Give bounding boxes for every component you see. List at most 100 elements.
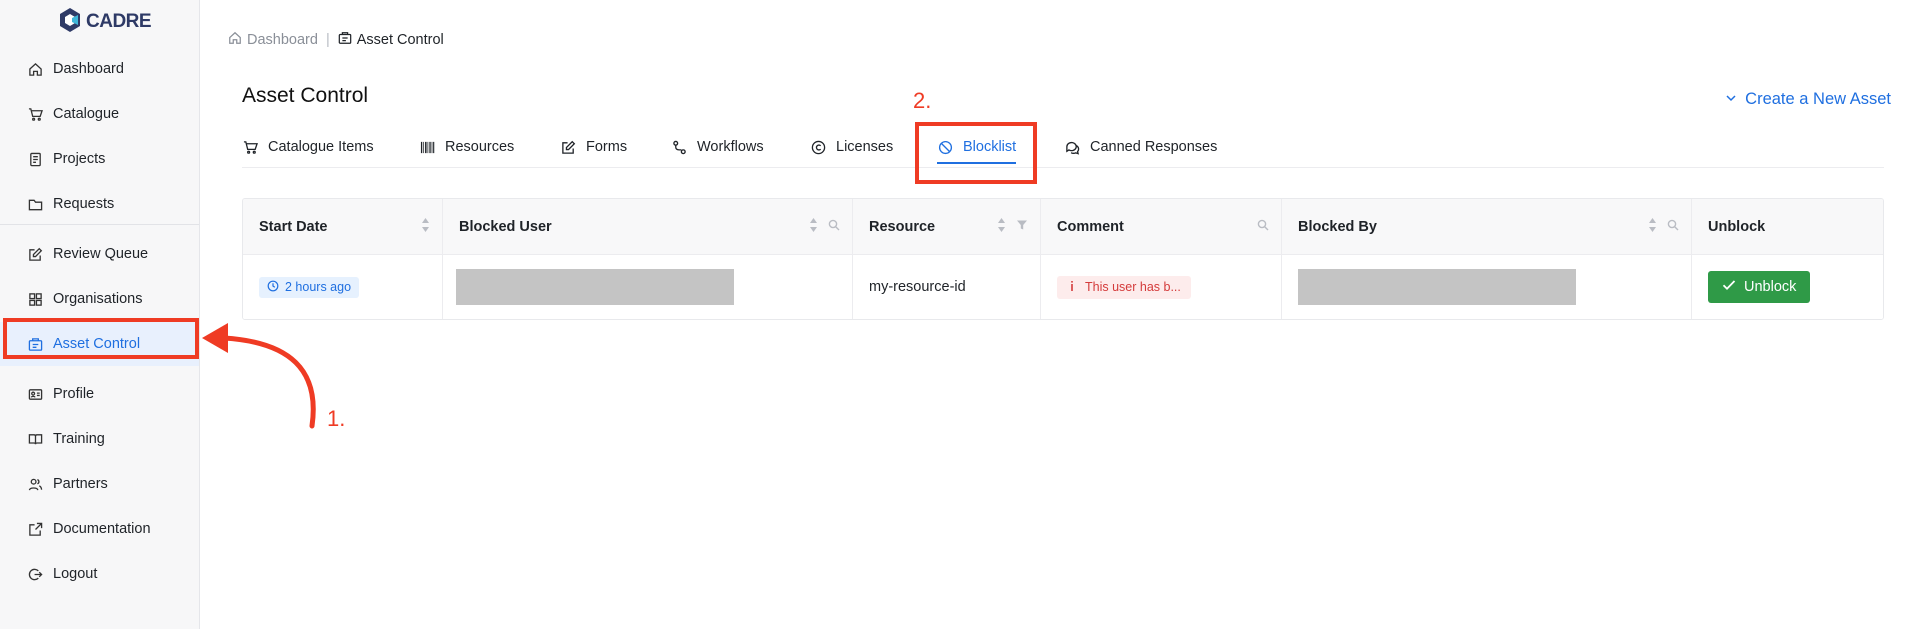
breadcrumb-separator: | [325,32,330,48]
redacted-blocked-user [456,269,734,305]
clock-icon [267,280,279,295]
column-header-blocked-by[interactable]: Blocked By [1282,199,1692,254]
tab-label: Catalogue Items [268,139,374,155]
create-asset-link[interactable]: Create a New Asset [1725,90,1891,109]
column-header-resource[interactable]: Resource [853,199,1041,254]
column-header-label: Blocked By [1298,218,1377,235]
column-header-label: Blocked User [459,218,552,235]
tab-bar: Catalogue Items Resources Forms Workflow… [242,126,1884,168]
chevron-down-icon [1725,90,1737,109]
time-badge: 2 hours ago [259,276,360,298]
breadcrumb-home[interactable]: Dashboard [228,31,318,49]
barcode-icon [419,139,435,155]
page-title: Asset Control [242,84,369,107]
sort-icon[interactable] [421,217,430,237]
sidebar-item-label: Organisations [53,291,143,307]
logout-icon [27,566,43,582]
tab-forms[interactable]: Forms [560,126,627,168]
column-header-label: Start Date [259,218,328,235]
sidebar-item-label: Logout [53,566,98,582]
breadcrumb-current: Asset Control [338,31,444,49]
app-logo[interactable]: CADRE [58,7,152,36]
column-header-comment[interactable]: Comment [1041,199,1282,254]
copyright-icon [810,139,826,155]
unblock-button[interactable]: Unblock [1708,271,1811,303]
sidebar-item-partners[interactable]: Partners [0,462,199,506]
external-link-icon [27,521,43,537]
annotation-label-1: 1. [327,406,346,431]
workflow-icon [671,139,687,155]
annotation-box-asset-control [3,318,199,359]
book-icon [27,431,43,447]
sidebar-item-documentation[interactable]: Documentation [0,507,199,551]
comment-tag[interactable]: This user has b... [1057,275,1191,299]
sidebar-item-requests[interactable]: Requests [0,182,199,226]
cart-icon [27,106,43,122]
sidebar-item-label: Catalogue [53,106,120,122]
tab-label: Licenses [836,139,894,155]
search-icon[interactable] [1667,219,1679,235]
sidebar-item-logout[interactable]: Logout [0,552,199,596]
sidebar-divider [0,224,199,225]
resource-value: my-resource-id [869,279,966,295]
search-icon[interactable] [1257,219,1269,235]
sort-icon[interactable] [1648,217,1657,237]
column-header-label: Resource [869,218,936,235]
tab-label: Canned Responses [1090,139,1218,155]
create-asset-label: Create a New Asset [1745,90,1891,108]
sidebar-item-label: Review Queue [53,246,149,262]
table-row: 2 hours ago my-resource-id This user has… [243,255,1883,319]
edit-icon [560,139,576,155]
start-date-value: 2 hours ago [285,280,352,294]
column-header-label: Unblock [1708,218,1766,235]
tab-label: Resources [445,139,515,155]
unblock-label: Unblock [1744,279,1797,295]
home-icon [228,31,242,49]
tab-resources[interactable]: Resources [419,126,514,168]
sidebar-item-review-queue[interactable]: Review Queue [0,232,199,276]
column-header-start-date[interactable]: Start Date [243,199,443,254]
blocklist-table: Start Date Blocked User Resource Comment [242,198,1884,320]
tab-workflows[interactable]: Workflows [671,126,764,168]
home-icon [27,61,43,77]
breadcrumb-current-label: Asset Control [356,32,444,48]
sidebar: CADRE Dashboard Catalogue Projects Reque… [0,0,200,629]
column-header-label: Comment [1057,218,1124,235]
tab-label: Workflows [697,139,764,155]
folder-icon [27,196,43,212]
search-icon[interactable] [828,219,840,235]
cart-icon [242,139,258,155]
filter-icon[interactable] [1016,219,1028,235]
sort-icon[interactable] [809,217,818,237]
redacted-blocked-by [1298,269,1576,305]
sidebar-item-projects[interactable]: Projects [0,137,199,181]
logo-text: CADRE [86,11,152,32]
document-icon [27,151,43,167]
sidebar-item-dashboard[interactable]: Dashboard [0,47,199,91]
sidebar-item-label: Documentation [53,521,151,537]
column-header-unblock: Unblock [1692,199,1883,254]
sidebar-item-training[interactable]: Training [0,417,199,461]
unblock-cell: Unblock [1692,255,1883,319]
users-icon [27,476,43,492]
sidebar-item-profile[interactable]: Profile [0,372,199,416]
blocked-user-cell [443,255,853,319]
check-icon [1722,279,1736,295]
blocked-by-cell [1282,255,1692,319]
sidebar-item-organisations[interactable]: Organisations [0,277,199,321]
sort-icon[interactable] [997,217,1006,237]
sidebar-item-label: Projects [53,151,106,167]
assets-icon [338,31,352,49]
tab-licenses[interactable]: Licenses [810,126,893,168]
column-header-blocked-user[interactable]: Blocked User [443,199,853,254]
sidebar-item-label: Partners [53,476,108,492]
table-header: Start Date Blocked User Resource Comment [243,199,1883,255]
tab-canned-responses[interactable]: Canned Responses [1064,126,1217,168]
sidebar-item-catalogue[interactable]: Catalogue [0,92,199,136]
sidebar-item-label: Profile [53,386,95,402]
tab-catalogue-items[interactable]: Catalogue Items [242,126,374,168]
resource-cell: my-resource-id [853,255,1041,319]
grid-icon [27,291,43,307]
edit-icon [27,246,43,262]
breadcrumb-home-label: Dashboard [247,32,318,48]
